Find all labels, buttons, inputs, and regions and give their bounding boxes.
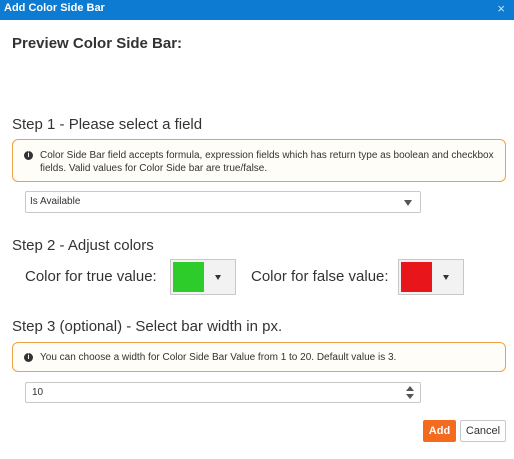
preview-heading: Preview Color Side Bar: — [12, 35, 183, 52]
spinner-up-icon[interactable] — [406, 386, 414, 391]
step3-info-text: You can choose a width for Color Side Ba… — [40, 352, 397, 363]
bar-width-input[interactable]: 10 — [25, 382, 421, 403]
step3-info-box: i You can choose a width for Color Side … — [12, 342, 506, 372]
true-color-picker[interactable] — [170, 259, 236, 295]
close-icon[interactable]: × — [497, 1, 505, 17]
spinner-down-icon[interactable] — [406, 394, 414, 399]
cancel-button[interactable]: Cancel — [460, 420, 506, 442]
step2-heading: Step 2 - Adjust colors — [12, 237, 154, 254]
info-icon: i — [24, 151, 33, 160]
chevron-down-icon — [404, 200, 412, 206]
spinner-arrows-icon[interactable] — [406, 386, 414, 400]
chevron-down-icon — [215, 275, 221, 280]
chevron-down-icon — [443, 275, 449, 280]
step1-heading: Step 1 - Please select a field — [12, 116, 203, 133]
add-color-side-bar-dialog: Add Color Side Bar × Preview Color Side … — [0, 0, 514, 459]
dialog-title: Add Color Side Bar — [4, 2, 105, 14]
dialog-titlebar: Add Color Side Bar × — [0, 0, 514, 20]
false-color-swatch — [401, 262, 432, 292]
bar-width-value: 10 — [32, 387, 44, 398]
false-color-label: Color for false value: — [251, 268, 389, 285]
true-color-label: Color for true value: — [25, 268, 157, 285]
info-icon: i — [24, 353, 33, 362]
false-color-picker[interactable] — [398, 259, 464, 295]
field-select[interactable]: Is Available — [25, 191, 421, 213]
add-button[interactable]: Add — [423, 420, 456, 442]
field-select-value: Is Available — [30, 196, 81, 207]
step1-info-text: Color Side Bar field accepts formula, ex… — [40, 150, 494, 174]
step1-info-box: i Color Side Bar field accepts formula, … — [12, 139, 506, 182]
step3-heading: Step 3 (optional) - Select bar width in … — [12, 318, 283, 335]
true-color-swatch — [173, 262, 204, 292]
